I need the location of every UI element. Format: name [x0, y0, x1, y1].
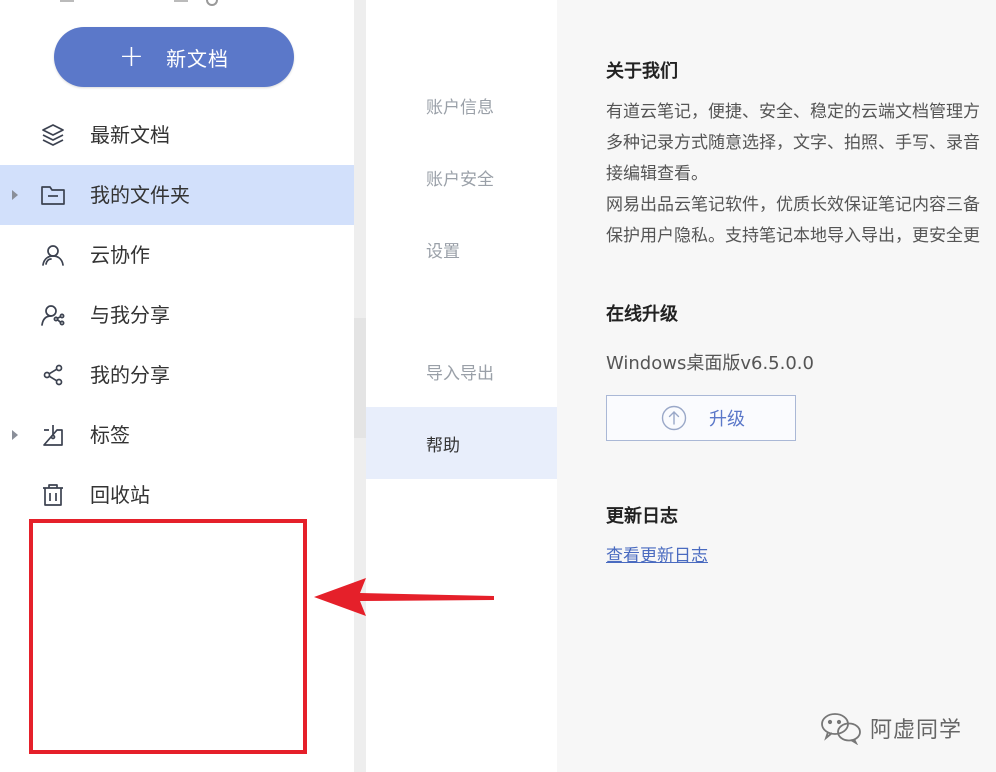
about-line: 接编辑查看。: [606, 164, 708, 184]
sidebar: + 新文档 最新文档 我的文件夹 云协作 与我分享 我的分享 标签 回收站: [0, 0, 354, 772]
about-line: 网易出品云笔记软件，优质长效保证笔记内容三备: [606, 195, 980, 215]
upgrade-button-label: 升级: [709, 409, 745, 430]
wechat-icon: [821, 713, 861, 745]
watermark: 阿虚同学: [820, 711, 962, 745]
about-line: 有道云笔记，便捷、安全、稳定的云端文档管理方: [606, 102, 980, 122]
sidebar-item-label: 我的分享: [90, 363, 170, 387]
sidebar-item-latest[interactable]: 最新文档: [0, 105, 354, 165]
user-icon: [40, 242, 66, 268]
sidebar-item-label: 与我分享: [90, 303, 170, 327]
settings-tab-label: 导入导出: [426, 363, 494, 384]
expand-caret-icon[interactable]: [12, 430, 18, 440]
sidebar-item-tags[interactable]: 标签: [0, 405, 354, 465]
settings-tab-account-info[interactable]: 账户信息: [366, 69, 557, 141]
annotation-arrow: [314, 578, 494, 616]
share-icon: [40, 362, 66, 388]
settings-tab-label: 账户安全: [426, 169, 494, 190]
help-content: 关于我们 有道云笔记，便捷、安全、稳定的云端文档管理方 多种记录方式随意选择，文…: [557, 0, 996, 772]
settings-tab-help[interactable]: 帮助: [366, 407, 557, 479]
plus-icon: +: [118, 39, 145, 74]
about-title: 关于我们: [606, 61, 678, 82]
settings-tab-account-security[interactable]: 账户安全: [366, 141, 557, 213]
trash-icon: [40, 482, 66, 508]
settings-nav: 账户信息 账户安全 设置 导入导出 帮助: [366, 0, 557, 772]
sidebar-item-label: 回收站: [90, 483, 150, 507]
settings-tab-import-export[interactable]: 导入导出: [366, 335, 557, 407]
expand-caret-icon[interactable]: [12, 190, 18, 200]
settings-tab-settings[interactable]: 设置: [366, 213, 557, 285]
shared-with-me-icon: [40, 302, 66, 328]
changelog-link[interactable]: 查看更新日志: [606, 541, 708, 566]
watermark-text: 阿虚同学: [870, 718, 963, 743]
sidebar-item-my-share[interactable]: 我的分享: [0, 345, 354, 405]
settings-tab-label: 设置: [426, 241, 460, 262]
sidebar-item-trash[interactable]: 回收站: [0, 465, 354, 525]
sidebar-item-label: 最新文档: [90, 123, 170, 147]
about-line: 多种记录方式随意选择，文字、拍照、手写、录音: [606, 133, 980, 153]
new-doc-label: 新文档: [166, 46, 230, 71]
sidebar-item-collab[interactable]: 云协作: [0, 225, 354, 285]
arrow-up-circle-icon: [661, 405, 687, 431]
sidebar-item-label: 标签: [90, 423, 130, 447]
about-line: 保护用户隐私。支持笔记本地导入导出，更安全更: [606, 226, 980, 246]
changelog-title: 更新日志: [606, 506, 678, 527]
tag-icon: [40, 422, 66, 448]
upgrade-button[interactable]: 升级: [606, 395, 796, 441]
scrollbar-thumb[interactable]: [354, 318, 366, 438]
top-toolbar-remnant: [0, 0, 354, 6]
new-doc-button[interactable]: + 新文档: [54, 27, 294, 87]
settings-tab-label: 账户信息: [426, 97, 494, 118]
annotation-highlight-box: [29, 519, 307, 754]
sidebar-item-label: 云协作: [90, 243, 150, 267]
sidebar-item-label: 我的文件夹: [90, 183, 190, 207]
folder-icon: [40, 182, 66, 208]
settings-tab-label: 帮助: [426, 435, 460, 456]
upgrade-title: 在线升级: [606, 304, 678, 325]
sidebar-item-shared-with-me[interactable]: 与我分享: [0, 285, 354, 345]
sidebar-item-my-folder[interactable]: 我的文件夹: [0, 165, 354, 225]
version-text: Windows桌面版v6.5.0.0: [606, 353, 814, 374]
layers-icon: [40, 122, 66, 148]
